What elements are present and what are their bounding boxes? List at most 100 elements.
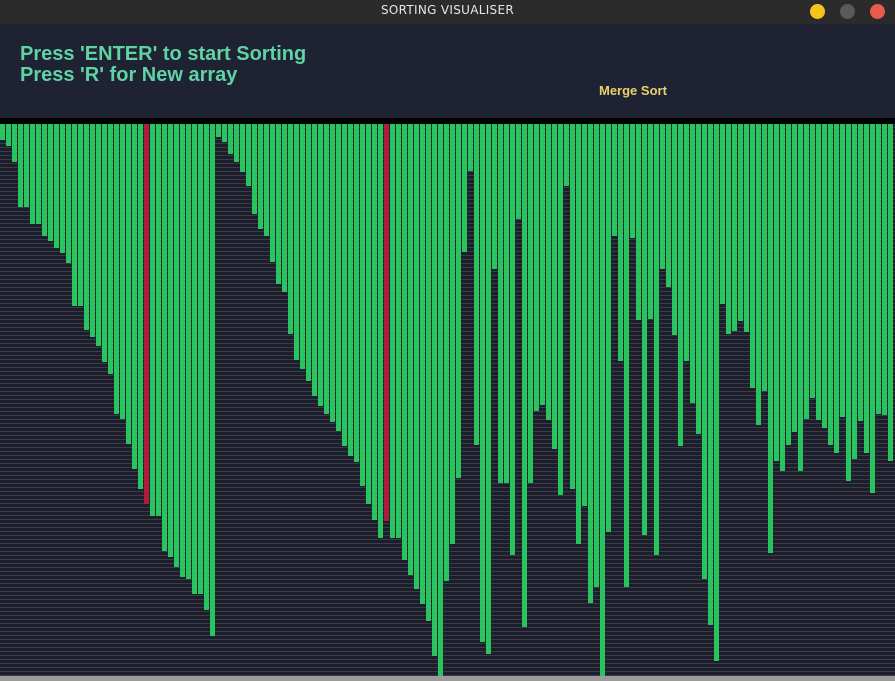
array-bar <box>246 124 251 186</box>
array-bar <box>504 124 509 483</box>
array-bar <box>492 124 497 269</box>
array-bar <box>198 124 203 594</box>
array-bar <box>798 124 803 471</box>
array-bar <box>264 124 269 236</box>
array-bar <box>864 124 869 453</box>
array-bar <box>534 124 539 411</box>
array-bar <box>216 124 221 137</box>
array-bar <box>786 124 791 445</box>
array-bar <box>660 124 665 269</box>
array-bar <box>84 124 89 330</box>
array-bar <box>840 124 845 417</box>
array-bar <box>48 124 53 241</box>
array-bar <box>582 124 587 506</box>
array-bar <box>102 124 107 362</box>
array-bar <box>714 124 719 661</box>
array-bar <box>372 124 377 520</box>
array-bar <box>366 124 371 504</box>
array-bar <box>150 124 155 516</box>
array-bar <box>96 124 101 346</box>
array-bar <box>18 124 23 207</box>
array-bar <box>90 124 95 337</box>
array-bar <box>624 124 629 587</box>
array-bar <box>234 124 239 162</box>
array-bar <box>726 124 731 334</box>
array-bar <box>156 124 161 516</box>
array-bar <box>684 124 689 361</box>
instructions-panel: Press 'ENTER' to start Sorting Press 'R'… <box>0 24 895 118</box>
array-bar <box>402 124 407 560</box>
array-bar <box>516 124 521 219</box>
array-bar <box>666 124 671 287</box>
array-bar <box>120 124 125 419</box>
array-bar <box>678 124 683 446</box>
array-bar <box>594 124 599 587</box>
array-bar <box>336 124 341 431</box>
array-bar <box>174 124 179 567</box>
window-bottom-edge <box>0 676 895 681</box>
array-bar <box>768 124 773 553</box>
array-bar <box>0 124 5 140</box>
array-bar <box>300 124 305 369</box>
array-bar <box>810 124 815 398</box>
array-bar <box>288 124 293 334</box>
array-bar <box>738 124 743 321</box>
array-bar <box>480 124 485 642</box>
array-bar <box>354 124 359 462</box>
array-bar <box>552 124 557 449</box>
array-bar <box>30 124 35 224</box>
window-title: SORTING VISUALISER <box>380 3 514 17</box>
array-bar <box>318 124 323 406</box>
array-bar <box>606 124 611 532</box>
array-bar <box>636 124 641 320</box>
array-bar <box>774 124 779 461</box>
maximize-button[interactable] <box>840 4 855 19</box>
array-bar <box>498 124 503 483</box>
array-bar <box>330 124 335 422</box>
array-bar <box>66 124 71 263</box>
array-bar <box>6 124 11 146</box>
array-bar <box>654 124 659 555</box>
array-bar <box>762 124 767 391</box>
array-bar <box>444 124 449 581</box>
array-bar <box>78 124 83 306</box>
array-bar <box>540 124 545 405</box>
array-bar <box>258 124 263 229</box>
array-bar <box>360 124 365 486</box>
array-bar <box>36 124 41 224</box>
array-bar <box>858 124 863 421</box>
array-bar <box>816 124 821 420</box>
array-bar <box>132 124 137 469</box>
close-button[interactable] <box>870 4 885 19</box>
array-bar <box>792 124 797 432</box>
array-bar <box>252 124 257 214</box>
array-bar <box>756 124 761 425</box>
array-bar <box>876 124 881 414</box>
array-bar <box>696 124 701 434</box>
array-bar <box>780 124 785 471</box>
array-bar <box>690 124 695 403</box>
array-bar <box>12 124 17 162</box>
array-bar <box>408 124 413 575</box>
array-bar <box>294 124 299 360</box>
array-bar <box>456 124 461 478</box>
array-bar <box>180 124 185 577</box>
array-bar <box>222 124 227 142</box>
array-bar <box>144 124 149 504</box>
array-bar <box>390 124 395 538</box>
minimize-button[interactable] <box>810 4 825 19</box>
array-bar <box>426 124 431 621</box>
array-bar <box>72 124 77 306</box>
array-bar <box>108 124 113 374</box>
array-bar <box>342 124 347 446</box>
array-bar <box>522 124 527 627</box>
array-bar <box>396 124 401 538</box>
array-bar <box>324 124 329 414</box>
array-bar <box>576 124 581 544</box>
array-bar <box>462 124 467 252</box>
array-bar <box>204 124 209 610</box>
array-bar <box>708 124 713 625</box>
array-bar <box>114 124 119 414</box>
array-bar <box>828 124 833 445</box>
array-bar <box>228 124 233 154</box>
